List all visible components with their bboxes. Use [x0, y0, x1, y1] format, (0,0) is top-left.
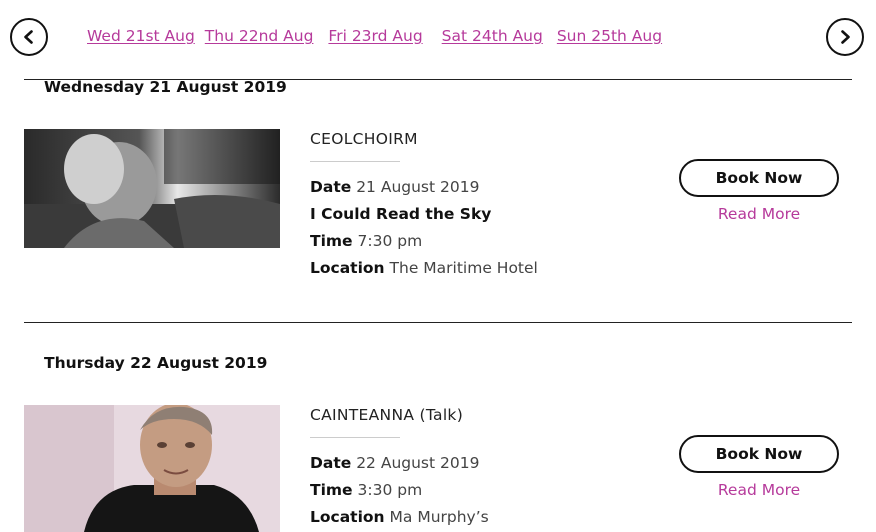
read-more-link[interactable]: Read More [679, 205, 839, 223]
chevron-right-icon [841, 30, 850, 44]
next-arrow-button[interactable] [826, 18, 864, 56]
date-link-thu-22[interactable]: Thu 22nd Aug [205, 27, 314, 45]
event-date: Date 22 August 2019 [310, 454, 480, 472]
event-date: Date 21 August 2019 [310, 178, 480, 196]
book-now-button[interactable]: Book Now [679, 159, 839, 197]
divider [24, 322, 852, 323]
day-heading: Thursday 22 August 2019 [44, 354, 268, 372]
date-link-sun-25[interactable]: Sun 25th Aug [557, 27, 662, 45]
book-now-button[interactable]: Book Now [679, 435, 839, 473]
chevron-left-icon [24, 30, 33, 44]
title-divider [310, 437, 400, 438]
date-link-sat-24[interactable]: Sat 24th Aug [442, 27, 543, 45]
event-time: Time 3:30 pm [310, 481, 423, 499]
event-title: CAINTEANNA (Talk) [310, 406, 464, 424]
event-details: CEOLCHOIRM Date 21 August 2019 I Could R… [310, 130, 538, 282]
read-more-link[interactable]: Read More [679, 481, 839, 499]
event-title: CEOLCHOIRM [310, 130, 418, 148]
event-location: Location The Maritime Hotel [310, 259, 538, 277]
date-navigation: Wed 21st Aug Thu 22nd Aug Fri 23rd Aug S… [87, 27, 662, 45]
event-time: Time 7:30 pm [310, 232, 423, 250]
event-location: Location Ma Murphy’s [310, 508, 489, 526]
title-divider [310, 161, 400, 162]
previous-arrow-button[interactable] [10, 18, 48, 56]
day-heading: Wednesday 21 August 2019 [44, 78, 287, 96]
date-link-wed-21[interactable]: Wed 21st Aug [87, 27, 195, 45]
event-details: CAINTEANNA (Talk) Date 22 August 2019 Ti… [310, 406, 489, 531]
event-image[interactable] [24, 405, 280, 532]
event-image[interactable] [24, 129, 280, 248]
date-link-fri-23[interactable]: Fri 23rd Aug [328, 27, 422, 45]
event-subtitle: I Could Read the Sky [310, 205, 492, 223]
